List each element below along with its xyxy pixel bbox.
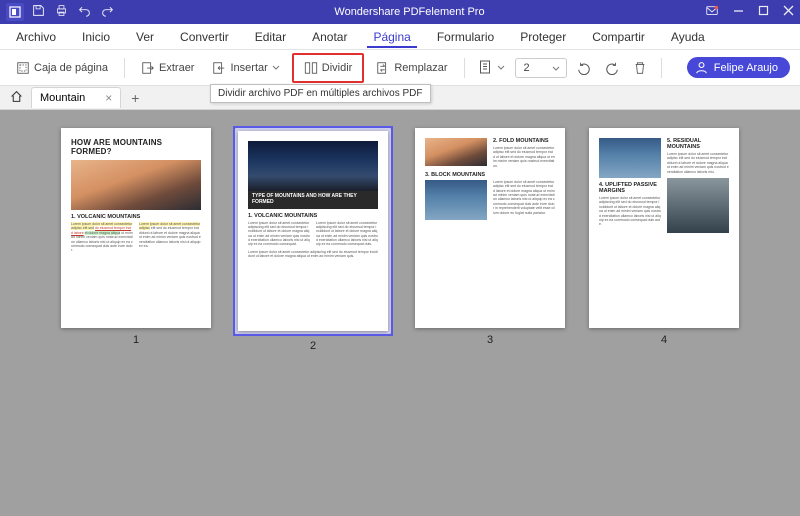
menu-convertir[interactable]: Convertir (174, 26, 235, 48)
replace-label: Remplazar (394, 62, 447, 74)
page1-sub: 1. VOLCANIC MOUNTAINS (71, 214, 201, 220)
page-toolbar: Caja de página Extraer Insertar Dividir … (0, 50, 800, 86)
page-number: 3 (487, 334, 493, 346)
chevron-down-icon (552, 65, 560, 73)
split-highlight: Dividir (292, 53, 365, 83)
page-thumb-4[interactable]: 4. UPLIFTED PASSIVE MARGINS Lorem ipsum … (589, 128, 739, 346)
titlebar: Wondershare PDFelement Pro (0, 0, 800, 24)
home-icon (10, 90, 23, 103)
notification-icon[interactable] (705, 4, 719, 21)
page3-sub2: 3. BLOCK MOUNTAINS (425, 172, 555, 178)
split-icon (304, 61, 318, 75)
replace-icon (376, 61, 390, 75)
document-tab[interactable]: Mountain × (31, 87, 121, 108)
undo-icon[interactable] (78, 4, 91, 20)
page-icon (479, 60, 493, 76)
menu-compartir[interactable]: Compartir (586, 26, 651, 48)
insert-label: Insertar (230, 62, 267, 74)
separator (124, 58, 125, 78)
rotate-right-button[interactable] (601, 57, 623, 79)
insert-button[interactable]: Insertar (206, 57, 285, 79)
menu-archivo[interactable]: Archivo (10, 26, 62, 48)
split-label: Dividir (322, 62, 353, 74)
page-box-button[interactable]: Caja de página (10, 57, 114, 79)
page-number-field[interactable]: 2 (515, 58, 567, 78)
user-badge[interactable]: Felipe Araujo (687, 57, 790, 78)
split-button[interactable]: Dividir (298, 57, 359, 79)
user-icon (695, 61, 708, 74)
insert-icon (212, 61, 226, 75)
page-number: 2 (310, 340, 316, 352)
home-tab-button[interactable] (6, 88, 27, 108)
page-thumb-2[interactable]: TYPE OF MOUNTAINS AND HOW ARE THEY FORME… (235, 128, 391, 352)
separator (464, 58, 465, 78)
chevron-down-icon (497, 64, 505, 72)
page-number-value: 2 (524, 62, 530, 74)
replace-button[interactable]: Remplazar (370, 57, 453, 79)
page4-sub2: 5. RESIDUAL MOUNTAINS (667, 138, 729, 150)
separator (661, 58, 662, 78)
page-thumb-1[interactable]: HOW ARE MOUNTAINS FORMED? 1. VOLCANIC MO… (61, 128, 211, 346)
menu-ver[interactable]: Ver (130, 26, 160, 48)
menu-ayuda[interactable]: Ayuda (665, 26, 711, 48)
split-tooltip: Dividir archivo PDF en múltiples archivo… (210, 84, 431, 103)
app-logo (6, 3, 24, 21)
page-menu-button[interactable] (475, 56, 509, 80)
redo-icon[interactable] (101, 4, 114, 20)
print-icon[interactable] (55, 4, 68, 20)
chevron-down-icon (272, 64, 280, 72)
menu-editar[interactable]: Editar (249, 26, 292, 48)
quick-actions (32, 4, 114, 20)
document-tab-label: Mountain (40, 92, 85, 104)
extract-button[interactable]: Extraer (135, 57, 200, 79)
page4-sub1: 4. UPLIFTED PASSIVE MARGINS (599, 182, 661, 194)
trash-icon (633, 61, 647, 75)
new-tab-button[interactable]: + (125, 90, 145, 106)
pages-grid: HOW ARE MOUNTAINS FORMED? 1. VOLCANIC MO… (0, 110, 800, 516)
delete-page-button[interactable] (629, 57, 651, 79)
menu-inicio[interactable]: Inicio (76, 26, 116, 48)
menu-formulario[interactable]: Formulario (431, 26, 500, 48)
rotate-right-icon (605, 61, 619, 75)
extract-label: Extraer (159, 62, 194, 74)
page3-sub1: 2. FOLD MOUNTAINS (493, 138, 555, 144)
menu-anotar[interactable]: Anotar (306, 26, 353, 48)
menubar: Archivo Inicio Ver Convertir Editar Anot… (0, 24, 800, 50)
page-thumb-3[interactable]: 2. FOLD MOUNTAINS Lorem ipsum dolor sit … (415, 128, 565, 346)
rotate-left-icon (577, 61, 591, 75)
app-title: Wondershare PDFelement Pro (114, 6, 705, 18)
menu-pagina[interactable]: Página (367, 26, 416, 48)
page1-title: HOW ARE MOUNTAINS FORMED? (71, 138, 201, 156)
page-box-label: Caja de página (34, 62, 108, 74)
minimize-icon[interactable] (733, 5, 744, 19)
user-name: Felipe Araujo (714, 62, 778, 74)
page-number: 4 (661, 334, 667, 346)
menu-proteger[interactable]: Proteger (514, 26, 572, 48)
extract-icon (141, 61, 155, 75)
page2-sub: 1. VOLCANIC MOUNTAINS (248, 213, 378, 219)
page-number: 1 (133, 334, 139, 346)
close-icon[interactable] (783, 5, 794, 19)
maximize-icon[interactable] (758, 5, 769, 19)
rotate-left-button[interactable] (573, 57, 595, 79)
page-box-icon (16, 61, 30, 75)
page2-band: TYPE OF MOUNTAINS AND HOW ARE THEY FORME… (248, 191, 378, 209)
tab-close-icon[interactable]: × (105, 91, 112, 105)
save-icon[interactable] (32, 4, 45, 20)
